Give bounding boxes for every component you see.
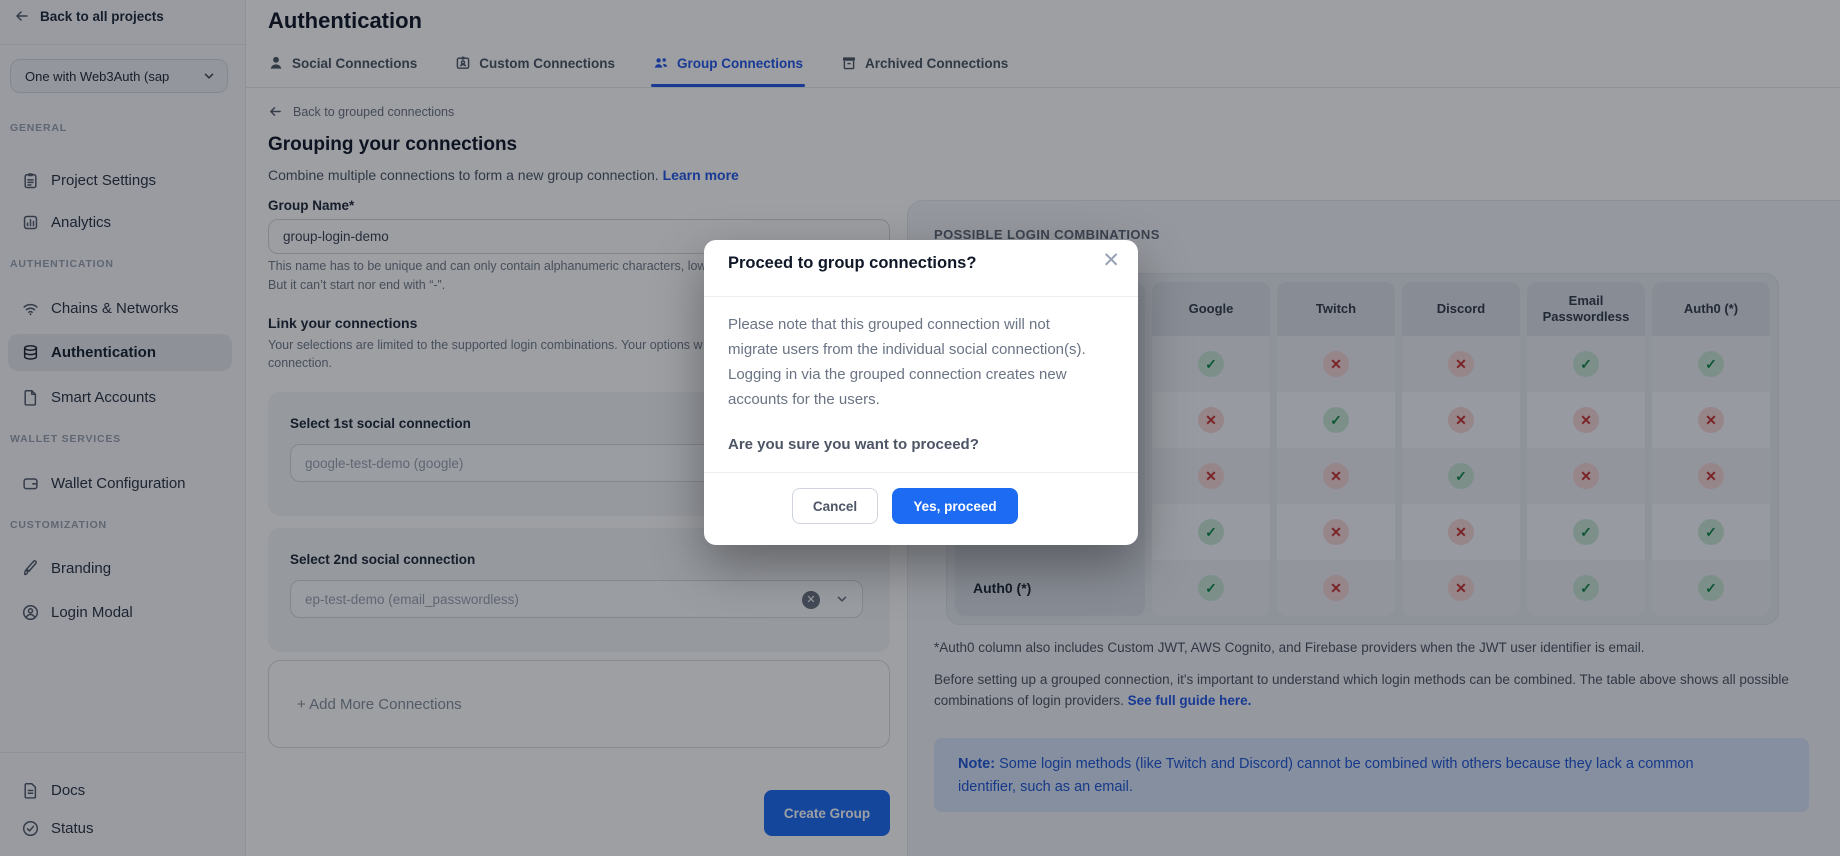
modal-body-text: Please note that this grouped connection… [728,312,1100,412]
modal-question: Are you sure you want to proceed? [728,436,979,453]
modal-title: Proceed to group connections? [728,254,976,273]
app-window: Back to all projects One with Web3Auth (… [0,0,1840,856]
yes-proceed-button[interactable]: Yes, proceed [892,488,1018,524]
modal-divider-bottom [704,472,1138,473]
proceed-modal: Proceed to group connections? ✕ Please n… [704,240,1138,545]
modal-divider-top [704,296,1138,297]
cancel-button[interactable]: Cancel [792,488,878,524]
close-icon[interactable]: ✕ [1098,246,1124,275]
